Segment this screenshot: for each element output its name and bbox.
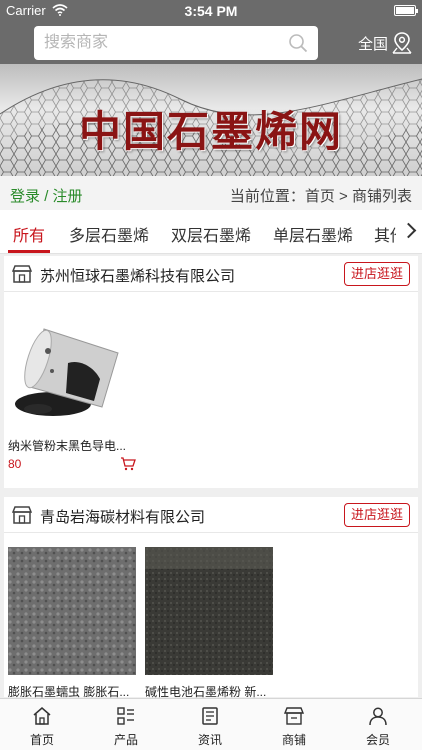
product-item[interactable]: 纳米管粉末黑色导电... 80 (8, 301, 136, 471)
search-input[interactable] (44, 31, 274, 55)
cart-icon[interactable] (120, 457, 136, 471)
region-label: 全国 (357, 35, 388, 53)
auth-separator: / (44, 188, 49, 205)
product-image (8, 301, 136, 429)
shop-icon (284, 707, 304, 725)
battery-icon (394, 5, 418, 16)
region-selector[interactable]: 全国 (358, 32, 412, 54)
login-bar: 登录 / 注册 当前位置：首页 > 商铺列表 (0, 176, 422, 210)
tab-bilayer-graphene[interactable]: 双层石墨烯 (171, 222, 251, 246)
product-price: 80 (8, 457, 22, 471)
home-icon (33, 707, 51, 725)
product-image (145, 547, 273, 675)
login-link[interactable]: 登录 (10, 188, 40, 205)
news-icon (202, 707, 218, 725)
enter-shop-button[interactable]: 进店逛逛 (343, 262, 410, 286)
tab-all[interactable]: 所有 (13, 222, 45, 246)
banner[interactable]: 中国石墨烯网 (0, 64, 422, 176)
banner-title: 中国石墨烯网 (78, 107, 343, 156)
user-icon (369, 707, 387, 726)
nav-member[interactable]: 会员 (336, 699, 420, 750)
product-item[interactable]: 膨胀石墨蠕虫 膨胀石... (8, 547, 136, 700)
register-link[interactable]: 注册 (53, 188, 83, 205)
tab-multilayer-graphene[interactable]: 多层石墨烯 (69, 222, 149, 246)
enter-shop-button[interactable]: 进店逛逛 (343, 503, 410, 527)
product-list-icon (117, 707, 134, 725)
breadcrumb: 当前位置：首页 > 商铺列表 (229, 188, 412, 205)
nav-products[interactable]: 产品 (84, 699, 168, 750)
nav-member-label: 会员 (365, 733, 390, 747)
tabs-scroll-right-button[interactable] (396, 210, 422, 253)
search-header: 全国 (0, 22, 422, 64)
shop-header[interactable]: 青岛岩海碳材料有限公司 进店逛逛 (4, 497, 418, 533)
nav-shops-label: 商铺 (281, 733, 306, 747)
nav-shops[interactable]: 商铺 (252, 699, 336, 750)
nav-news[interactable]: 资讯 (168, 699, 252, 750)
product-name: 纳米管粉末黑色导电... (8, 439, 127, 453)
clock: 3:54 PM (184, 3, 238, 19)
search-icon[interactable] (288, 33, 308, 53)
bottom-tab-bar: 首页 产品 资讯 商铺 会员 (0, 698, 422, 750)
category-tabs: 所有 多层石墨烯 双层石墨烯 单层石墨烯 其他 (0, 210, 422, 254)
nav-products-label: 产品 (113, 733, 138, 747)
shop-header[interactable]: 苏州恒球石墨烯科技有限公司 进店逛逛 (4, 256, 418, 292)
active-tab-indicator (8, 250, 50, 253)
nav-home-label: 首页 (29, 733, 54, 747)
product-item[interactable]: 碱性电池石墨烯粉 新... (145, 547, 273, 700)
product-image (8, 547, 136, 675)
location-pin-icon (392, 32, 412, 54)
shop-name: 青岛岩海碳材料有限公司 (40, 509, 206, 526)
auth-links: 登录 / 注册 (10, 185, 83, 206)
chevron-right-icon (400, 222, 417, 239)
shop-name: 苏州恒球石墨烯科技有限公司 (40, 268, 236, 285)
storefront-icon (12, 265, 32, 283)
status-bar: Carrier 3:54 PM (0, 0, 422, 22)
storefront-icon (12, 506, 32, 524)
shop-card: 青岛岩海碳材料有限公司 进店逛逛 膨胀石墨蠕虫 膨胀石... 碱性电池石墨烯粉 … (4, 497, 418, 700)
shop-card: 苏州恒球石墨烯科技有限公司 进店逛逛 纳米管粉末黑色导电... 80 (4, 256, 418, 488)
search-box[interactable] (34, 26, 318, 60)
nav-news-label: 资讯 (197, 733, 222, 747)
tab-monolayer-graphene[interactable]: 单层石墨烯 (273, 222, 353, 246)
nav-home[interactable]: 首页 (0, 699, 84, 750)
